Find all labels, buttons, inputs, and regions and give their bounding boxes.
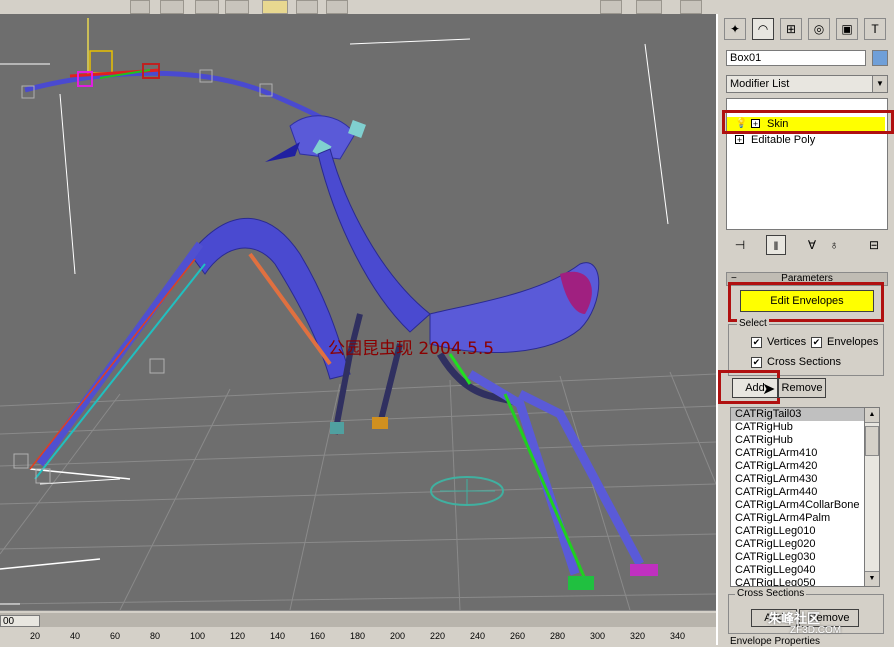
- ruler-tick-label: 80: [150, 631, 161, 641]
- frame-field[interactable]: 00: [0, 615, 40, 627]
- list-item[interactable]: CATRigLArm430: [731, 473, 879, 486]
- time-slider[interactable]: 00: [0, 613, 716, 627]
- stack-item-editable-poly[interactable]: + Editable Poly: [727, 133, 885, 147]
- motion-icon[interactable]: ◎: [808, 18, 830, 40]
- bone-list[interactable]: CATRigTail03 CATRigHub CATRigHub CATRigL…: [730, 407, 880, 587]
- toolbar-button[interactable]: [160, 0, 184, 14]
- list-item[interactable]: CATRigLArm4CollarBone: [731, 499, 879, 512]
- cross-sections-label: Cross Sections: [767, 356, 841, 368]
- object-color-swatch[interactable]: [872, 50, 888, 66]
- viewport-scene: [0, 18, 716, 610]
- command-panel: ✦ ◠ ⊞ ◎ ▣ T Box01 Modifier List ▼ 💡 + Sk…: [716, 14, 894, 647]
- hierarchy-icon[interactable]: ⊞: [780, 18, 802, 40]
- modify-icon[interactable]: ◠: [752, 18, 774, 40]
- vertices-label: Vertices: [767, 336, 807, 348]
- chevron-down-icon[interactable]: ▼: [872, 76, 887, 92]
- ruler-tick-label: 140: [270, 631, 286, 641]
- list-item[interactable]: CATRigLArm410: [731, 447, 879, 460]
- envelope-properties-rollout[interactable]: Envelope Properties: [730, 636, 820, 647]
- list-item[interactable]: CATRigLArm440: [731, 486, 879, 499]
- scroll-up-icon[interactable]: ▲: [865, 408, 879, 423]
- show-end-result-icon[interactable]: ‖: [766, 235, 786, 255]
- stack-toolbar: ⊣ ‖ ∀ ♁ ⊟: [726, 232, 888, 258]
- ruler-tick-label: 300: [590, 631, 606, 641]
- modifier-list-label: Modifier List: [730, 78, 790, 90]
- front-leg-mesh: [189, 217, 351, 380]
- toolbar-button[interactable]: [225, 0, 249, 14]
- ruler-tick-label: 240: [470, 631, 486, 641]
- ruler-tick-label: 280: [550, 631, 566, 641]
- list-item[interactable]: CATRigHub: [731, 434, 879, 447]
- modifier-list-dropdown[interactable]: Modifier List ▼: [726, 75, 888, 93]
- ruler-tick-label: 20: [30, 631, 41, 641]
- scroll-down-icon[interactable]: ▼: [865, 571, 879, 586]
- list-item[interactable]: CATRigLArm420: [731, 460, 879, 473]
- bone-list-scrollbar[interactable]: ▲ ▼: [864, 407, 880, 587]
- cross-sections-checkbox[interactable]: ✔: [751, 357, 762, 368]
- toolbar-button[interactable]: [636, 0, 662, 14]
- ruler-tick-label: 100: [190, 631, 206, 641]
- envelopes-checkbox[interactable]: ✔: [811, 337, 822, 348]
- configure-sets-icon[interactable]: ⊟: [864, 235, 884, 255]
- list-item[interactable]: CATRigLLeg020: [731, 538, 879, 551]
- select-group: Select ✔ Vertices ✔ Envelopes ✔ Cross Se…: [728, 318, 884, 376]
- mouse-cursor-icon: ➤: [762, 381, 776, 398]
- watermark-url: ZF3D.COM: [790, 625, 842, 636]
- vertices-checkbox[interactable]: ✔: [751, 337, 762, 348]
- ruler-tick-label: 260: [510, 631, 526, 641]
- antenna-bone: [24, 70, 338, 134]
- make-unique-icon[interactable]: ∀: [802, 235, 822, 255]
- ruler-tick-label: 320: [630, 631, 646, 641]
- display-icon[interactable]: ▣: [836, 18, 858, 40]
- toolbar-button[interactable]: [680, 0, 702, 14]
- select-group-label: Select: [737, 318, 769, 329]
- toolbar-button[interactable]: [296, 0, 318, 14]
- ruler-tick-label: 40: [70, 631, 81, 641]
- toolbar-button[interactable]: [130, 0, 150, 14]
- frame-ruler[interactable]: 20 40 60 80 100 120 140 160 180 200 220 240 260 280 30…: [0, 629, 716, 645]
- timeline: 00 20 40 60 80 100 120 140 160 180 200 220 240 260 28…: [0, 610, 716, 646]
- pin-stack-icon[interactable]: ⊣: [730, 235, 750, 255]
- ruler-tick-label: 220: [430, 631, 446, 641]
- list-item[interactable]: CATRigHub: [731, 421, 879, 434]
- list-item[interactable]: CATRigLArm4Palm: [731, 512, 879, 525]
- list-item[interactable]: CATRigLLeg050: [731, 577, 879, 586]
- ruler-tick-label: 60: [110, 631, 121, 641]
- ruler-tick-label: 200: [390, 631, 406, 641]
- stack-item-label: Editable Poly: [751, 134, 816, 146]
- list-item[interactable]: CATRigLLeg030: [731, 551, 879, 564]
- scroll-thumb[interactable]: [865, 426, 879, 456]
- edit-envelopes-button[interactable]: Edit Envelopes: [740, 290, 874, 312]
- helper-box: [89, 50, 113, 74]
- envelopes-label: Envelopes: [827, 336, 879, 348]
- utilities-icon[interactable]: T: [864, 18, 886, 40]
- main-toolbar: [0, 0, 894, 15]
- list-item[interactable]: CATRigTail03: [731, 408, 879, 421]
- ruler-tick-label: 340: [670, 631, 686, 641]
- modifier-stack: 💡 + Skin + Editable Poly: [722, 98, 894, 230]
- ruler-tick-label: 120: [230, 631, 246, 641]
- list-item[interactable]: CATRigLLeg040: [731, 564, 879, 577]
- perspective-viewport[interactable]: 公园昆虫现 2004.5.5: [0, 14, 716, 610]
- object-name-field[interactable]: Box01: [726, 50, 866, 66]
- toolbar-button[interactable]: [600, 0, 622, 14]
- create-icon[interactable]: ✦: [724, 18, 746, 40]
- list-item[interactable]: CATRigLLeg010: [731, 525, 879, 538]
- cross-sections-group-label: Cross Sections: [735, 588, 807, 599]
- expand-icon[interactable]: +: [735, 135, 744, 145]
- ground-grid: [0, 371, 716, 610]
- highlight-annotation: [722, 110, 894, 134]
- ruler-tick-label: 160: [310, 631, 326, 641]
- select-tool-button[interactable]: [262, 0, 288, 14]
- overlay-caption: 公园昆虫现 2004.5.5: [328, 339, 495, 359]
- ruler-tick-label: 180: [350, 631, 366, 641]
- toolbar-button[interactable]: [326, 0, 348, 14]
- remove-modifier-icon[interactable]: ♁: [824, 235, 844, 255]
- toolbar-button[interactable]: [195, 0, 219, 14]
- thorax-mesh: [317, 148, 431, 333]
- remove-bone-button[interactable]: Remove: [778, 378, 826, 398]
